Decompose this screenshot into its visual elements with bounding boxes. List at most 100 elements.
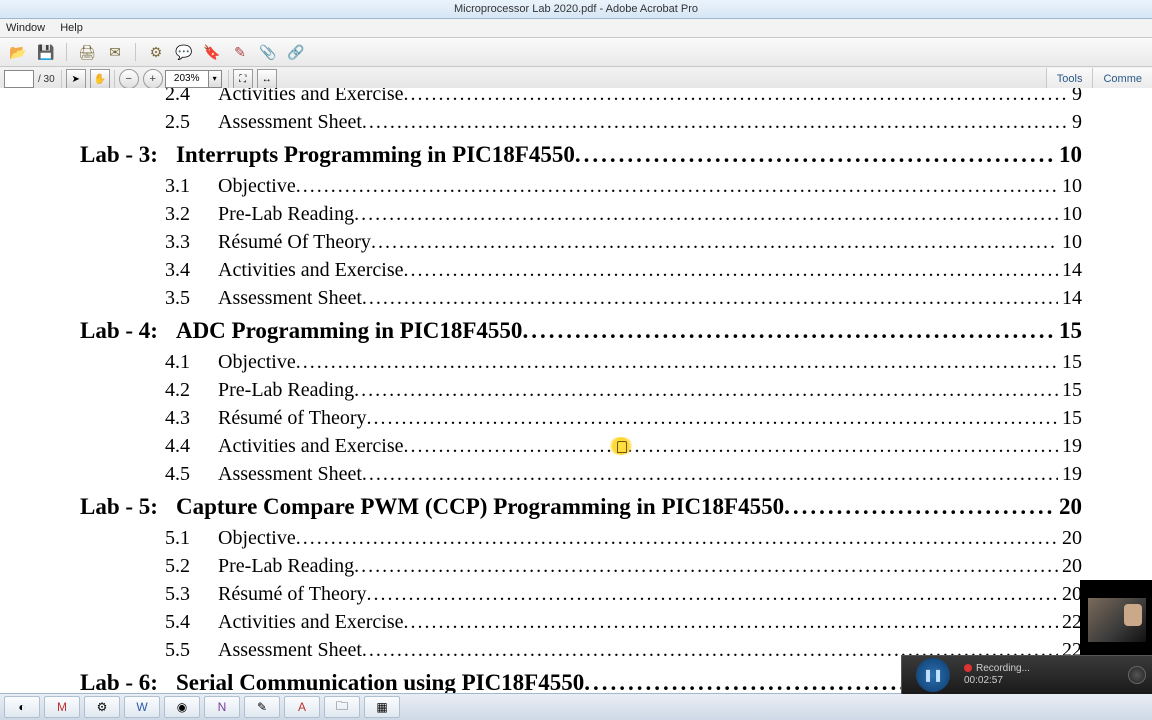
toc-page-number: 19 <box>1058 432 1082 460</box>
toc-leader-dots: ........................................… <box>367 404 1059 432</box>
toolbar-separator <box>135 43 136 61</box>
toc-page-number: 10 <box>1055 138 1082 172</box>
fit-width-icon[interactable]: ↔ <box>257 69 277 89</box>
zoom-level-input[interactable]: 203% <box>165 70 209 88</box>
toc-entry[interactable]: 4.3Résumé of Theory ....................… <box>80 404 1082 432</box>
toc-entry[interactable]: 3.5Assessment Sheet ....................… <box>80 284 1082 312</box>
toolbar-separator <box>66 43 67 61</box>
toc-title: Résumé of Theory <box>218 404 367 432</box>
zoom-in-icon[interactable]: + <box>143 69 163 89</box>
page-number-input[interactable] <box>4 70 34 88</box>
taskbar-chrome-icon[interactable]: ◉ <box>164 696 200 718</box>
recording-status: Recording... 00:02:57 <box>964 663 1030 687</box>
toc-heading[interactable]: Lab - 4:ADC Programming in PIC18F4550 ..… <box>80 314 1082 348</box>
toc-number: 4.5 <box>80 460 218 488</box>
toc-title: Résumé Of Theory <box>218 228 371 256</box>
fit-page-icon[interactable]: ⛶ <box>233 69 253 89</box>
toc-title: Assessment Sheet <box>218 460 362 488</box>
toc-entry[interactable]: 2.5Assessment Sheet ....................… <box>80 108 1082 136</box>
toc-page-number: 15 <box>1058 376 1082 404</box>
email-icon[interactable]: ✉ <box>105 42 125 62</box>
toc-title: Résumé of Theory <box>218 580 367 608</box>
recording-knob-icon[interactable] <box>1128 666 1146 684</box>
taskbar-app-icon[interactable]: ✎ <box>244 696 280 718</box>
taskbar-start-icon[interactable]: ◐ <box>4 696 40 718</box>
save-icon[interactable]: 💾 <box>36 42 56 62</box>
webcam-face <box>1124 604 1142 626</box>
taskbar-explorer-icon[interactable]: 🗀 <box>324 696 360 718</box>
sign-icon[interactable]: ✎ <box>230 42 250 62</box>
toc-entry[interactable]: 4.1Objective ...........................… <box>80 348 1082 376</box>
comment-icon[interactable]: 💬 <box>174 42 194 62</box>
print-icon[interactable]: 🖨 <box>77 42 97 62</box>
hand-tool-icon[interactable]: ✋ <box>90 69 110 89</box>
toolbar-separator <box>114 70 115 88</box>
toc-number: 3.4 <box>80 256 218 284</box>
taskbar-app-icon[interactable]: M <box>44 696 80 718</box>
toc-heading[interactable]: Lab - 5:Capture Compare PWM (CCP) Progra… <box>80 490 1082 524</box>
toc-leader-dots: ........................................… <box>296 172 1058 200</box>
toc-number: Lab - 4: <box>80 314 176 348</box>
link-icon[interactable]: 🔗 <box>286 42 306 62</box>
toc-page-number: 10 <box>1058 228 1082 256</box>
taskbar-acrobat-icon[interactable]: A <box>284 696 320 718</box>
toc-page-number: 20 <box>1058 524 1082 552</box>
toc-entry[interactable]: 4.5Assessment Sheet ....................… <box>80 460 1082 488</box>
toc-title: Activities and Exercise <box>218 88 404 108</box>
toc-title: Activities and Exercise <box>218 608 404 636</box>
toc-number: 3.5 <box>80 284 218 312</box>
toc-heading[interactable]: Lab - 3:Interrupts Programming in PIC18F… <box>80 138 1082 172</box>
gear-icon[interactable]: ⚙ <box>146 42 166 62</box>
document-viewport[interactable]: 2.4Activities and Exercise .............… <box>0 88 1152 694</box>
primary-toolbar: 📂 💾 🖨 ✉ ⚙ 💬 🔖 ✎ 📎 🔗 <box>0 38 1152 67</box>
toc-page-number: 15 <box>1055 314 1082 348</box>
toolbar-separator <box>61 70 62 88</box>
toc-entry[interactable]: 4.4Activities and Exercise .............… <box>80 432 1082 460</box>
toc-entry[interactable]: 5.4Activities and Exercise .............… <box>80 608 1082 636</box>
taskbar-word-icon[interactable]: W <box>124 696 160 718</box>
toc-number: Lab - 5: <box>80 490 176 524</box>
toc-leader-dots: ........................................… <box>784 490 1055 524</box>
toc-leader-dots: ........................................… <box>362 108 1068 136</box>
menu-window[interactable]: Window <box>6 22 45 34</box>
zoom-out-icon[interactable]: − <box>119 69 139 89</box>
toc-leader-dots: ........................................… <box>371 228 1058 256</box>
taskbar-app-icon[interactable]: ⚙ <box>84 696 120 718</box>
toc-entry[interactable]: 2.4Activities and Exercise .............… <box>80 88 1082 108</box>
pause-recording-icon[interactable]: ❚❚ <box>916 658 950 692</box>
recording-widget[interactable]: ❚❚ Recording... 00:02:57 <box>901 655 1152 694</box>
toc-title: Interrupts Programming in PIC18F4550 <box>176 138 575 172</box>
toc-title: Activities and Exercise <box>218 432 404 460</box>
toc-page-number: 15 <box>1058 404 1082 432</box>
toc-number: Lab - 6: <box>80 666 176 694</box>
toc-title: Serial Communication using PIC18F4550 <box>176 666 584 694</box>
stamp-icon[interactable]: 🔖 <box>202 42 222 62</box>
toc-page-number: 9 <box>1068 108 1082 136</box>
toc-entry[interactable]: 5.1Objective ...........................… <box>80 524 1082 552</box>
toc-title: Assessment Sheet <box>218 108 362 136</box>
toc-leader-dots: ........................................… <box>404 256 1059 284</box>
select-tool-icon[interactable]: ➤ <box>66 69 86 89</box>
toc-entry[interactable]: 3.1Objective ...........................… <box>80 172 1082 200</box>
open-icon[interactable]: 📂 <box>8 42 28 62</box>
attach-icon[interactable]: 📎 <box>258 42 278 62</box>
toc-page-number: 20 <box>1058 552 1082 580</box>
toc-page-number: 20 <box>1058 580 1082 608</box>
toc-entry[interactable]: 4.2Pre-Lab Reading .....................… <box>80 376 1082 404</box>
toc-page-number: 15 <box>1058 348 1082 376</box>
toc-leader-dots: ........................................… <box>354 376 1058 404</box>
pdf-page: 2.4Activities and Exercise .............… <box>0 88 1152 694</box>
taskbar-app-icon[interactable]: ▦ <box>364 696 400 718</box>
taskbar-onenote-icon[interactable]: N <box>204 696 240 718</box>
toc-title: Assessment Sheet <box>218 636 362 664</box>
toc-entry[interactable]: 3.2Pre-Lab Reading .....................… <box>80 200 1082 228</box>
toc-entry[interactable]: 5.2Pre-Lab Reading .....................… <box>80 552 1082 580</box>
zoom-dropdown-icon[interactable]: ▾ <box>209 70 222 88</box>
toc-entry[interactable]: 3.4Activities and Exercise .............… <box>80 256 1082 284</box>
toc-entry[interactable]: 5.3Résumé of Theory ....................… <box>80 580 1082 608</box>
toc-leader-dots: ........................................… <box>362 460 1058 488</box>
toc-number: 4.2 <box>80 376 218 404</box>
menu-help[interactable]: Help <box>60 22 83 34</box>
toolbar-separator <box>228 70 229 88</box>
toc-entry[interactable]: 3.3Résumé Of Theory ....................… <box>80 228 1082 256</box>
